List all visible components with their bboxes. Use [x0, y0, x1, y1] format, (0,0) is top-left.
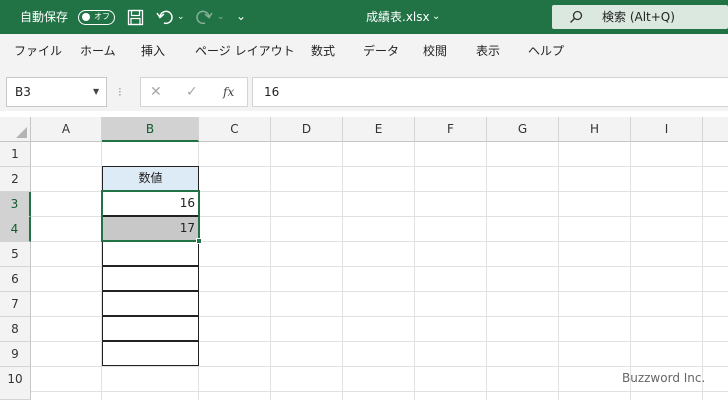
gridline: [630, 142, 631, 400]
column-header-d[interactable]: D: [271, 117, 343, 142]
name-box-dropdown-icon[interactable]: ▼: [93, 78, 99, 106]
column-header-a[interactable]: A: [31, 117, 102, 142]
redo-dropdown-icon[interactable]: ⌄: [217, 0, 225, 34]
toggle-knob: [82, 13, 90, 21]
menu-home[interactable]: ホーム: [80, 34, 116, 68]
gridline: [702, 142, 703, 400]
enter-icon[interactable]: ✓: [186, 78, 198, 106]
formula-buttons: ✕ ✓ fx: [140, 77, 248, 107]
autosave-toggle[interactable]: オフ: [78, 10, 115, 25]
name-box-value: B3: [15, 85, 31, 99]
undo-icon[interactable]: [156, 9, 173, 26]
save-icon[interactable]: [127, 9, 144, 26]
autosave-state: オフ: [94, 12, 110, 21]
cancel-icon[interactable]: ✕: [150, 78, 162, 106]
column-header-c[interactable]: C: [199, 117, 271, 142]
cell-b7[interactable]: [102, 291, 199, 316]
gridline: [31, 391, 728, 392]
cell-b9[interactable]: [102, 341, 199, 366]
customize-toolbar-icon[interactable]: ⌄: [236, 0, 246, 32]
search-placeholder: 検索 (Alt+Q): [602, 10, 675, 24]
fill-handle[interactable]: [196, 238, 202, 244]
undo-dropdown-icon[interactable]: ⌄: [177, 0, 185, 34]
column-header-h[interactable]: H: [559, 117, 631, 142]
column-header-next[interactable]: [703, 117, 728, 142]
gridline: [270, 142, 271, 400]
column-header-e[interactable]: E: [343, 117, 415, 142]
menu-help[interactable]: ヘルプ: [528, 34, 564, 68]
formula-input[interactable]: 16: [252, 77, 728, 107]
ribbon-gap: [0, 68, 728, 75]
menu-formulas[interactable]: 数式: [311, 34, 335, 68]
select-all-triangle-icon: [16, 127, 27, 138]
menu-review[interactable]: 校閲: [423, 34, 447, 68]
title-bar: 自動保存 オフ ⌄ ⌄ ⌄ 成績表.xlsx ⌄ 検索 (Alt+Q): [0, 0, 728, 34]
row-header-8[interactable]: 8: [0, 317, 31, 342]
column-header-f[interactable]: F: [415, 117, 487, 142]
select-all-button[interactable]: [0, 117, 31, 142]
cell-b8[interactable]: [102, 316, 199, 341]
search-box[interactable]: 検索 (Alt+Q): [552, 5, 728, 29]
insert-function-icon[interactable]: fx: [223, 78, 234, 106]
row-header-7[interactable]: 7: [0, 292, 31, 317]
column-header-b[interactable]: B: [102, 117, 199, 142]
row-header-3[interactable]: 3: [0, 192, 31, 217]
gridline: [31, 366, 728, 367]
name-box[interactable]: B3 ▼: [6, 77, 107, 107]
cell-b5[interactable]: [102, 241, 199, 266]
row-header-6[interactable]: 6: [0, 267, 31, 292]
menu-page-layout[interactable]: ページ レイアウト: [195, 34, 295, 68]
redo-icon[interactable]: [196, 9, 213, 26]
row-header-2[interactable]: 2: [0, 167, 31, 192]
watermark: Buzzword Inc.: [622, 371, 706, 385]
row-header-9[interactable]: 9: [0, 342, 31, 367]
column-header-g[interactable]: G: [487, 117, 559, 142]
menu-insert[interactable]: 挿入: [141, 34, 165, 68]
file-name[interactable]: 成績表.xlsx: [366, 0, 430, 34]
row-header-5[interactable]: 5: [0, 242, 31, 267]
autosave-label: 自動保存: [20, 10, 69, 24]
row-header-1[interactable]: 1: [0, 142, 31, 167]
menu-bar: ファイル ホーム 挿入 ページ レイアウト 数式 データ 校閲 表示 ヘルプ: [0, 34, 728, 68]
formula-bar: B3 ▼ ⁝ ✕ ✓ fx 16: [0, 75, 728, 111]
menu-view[interactable]: 表示: [476, 34, 500, 68]
filename-chevron-icon[interactable]: ⌄: [432, 0, 440, 34]
gridline: [414, 142, 415, 400]
cell-b6[interactable]: [102, 266, 199, 291]
row-header-10[interactable]: 10: [0, 367, 31, 400]
gridline: [486, 142, 487, 400]
menu-data[interactable]: データ: [363, 34, 399, 68]
gridline: [342, 142, 343, 400]
formula-bar-grip-icon: ⁝: [118, 85, 122, 99]
row-header-4[interactable]: 4: [0, 217, 31, 242]
column-header-i[interactable]: I: [631, 117, 703, 142]
search-icon: [570, 10, 583, 23]
gridline: [558, 142, 559, 400]
cell-b2-header[interactable]: 数値: [102, 166, 199, 191]
selection-border: [101, 190, 200, 242]
menu-file[interactable]: ファイル: [14, 34, 62, 68]
formula-value: 16: [264, 85, 280, 99]
